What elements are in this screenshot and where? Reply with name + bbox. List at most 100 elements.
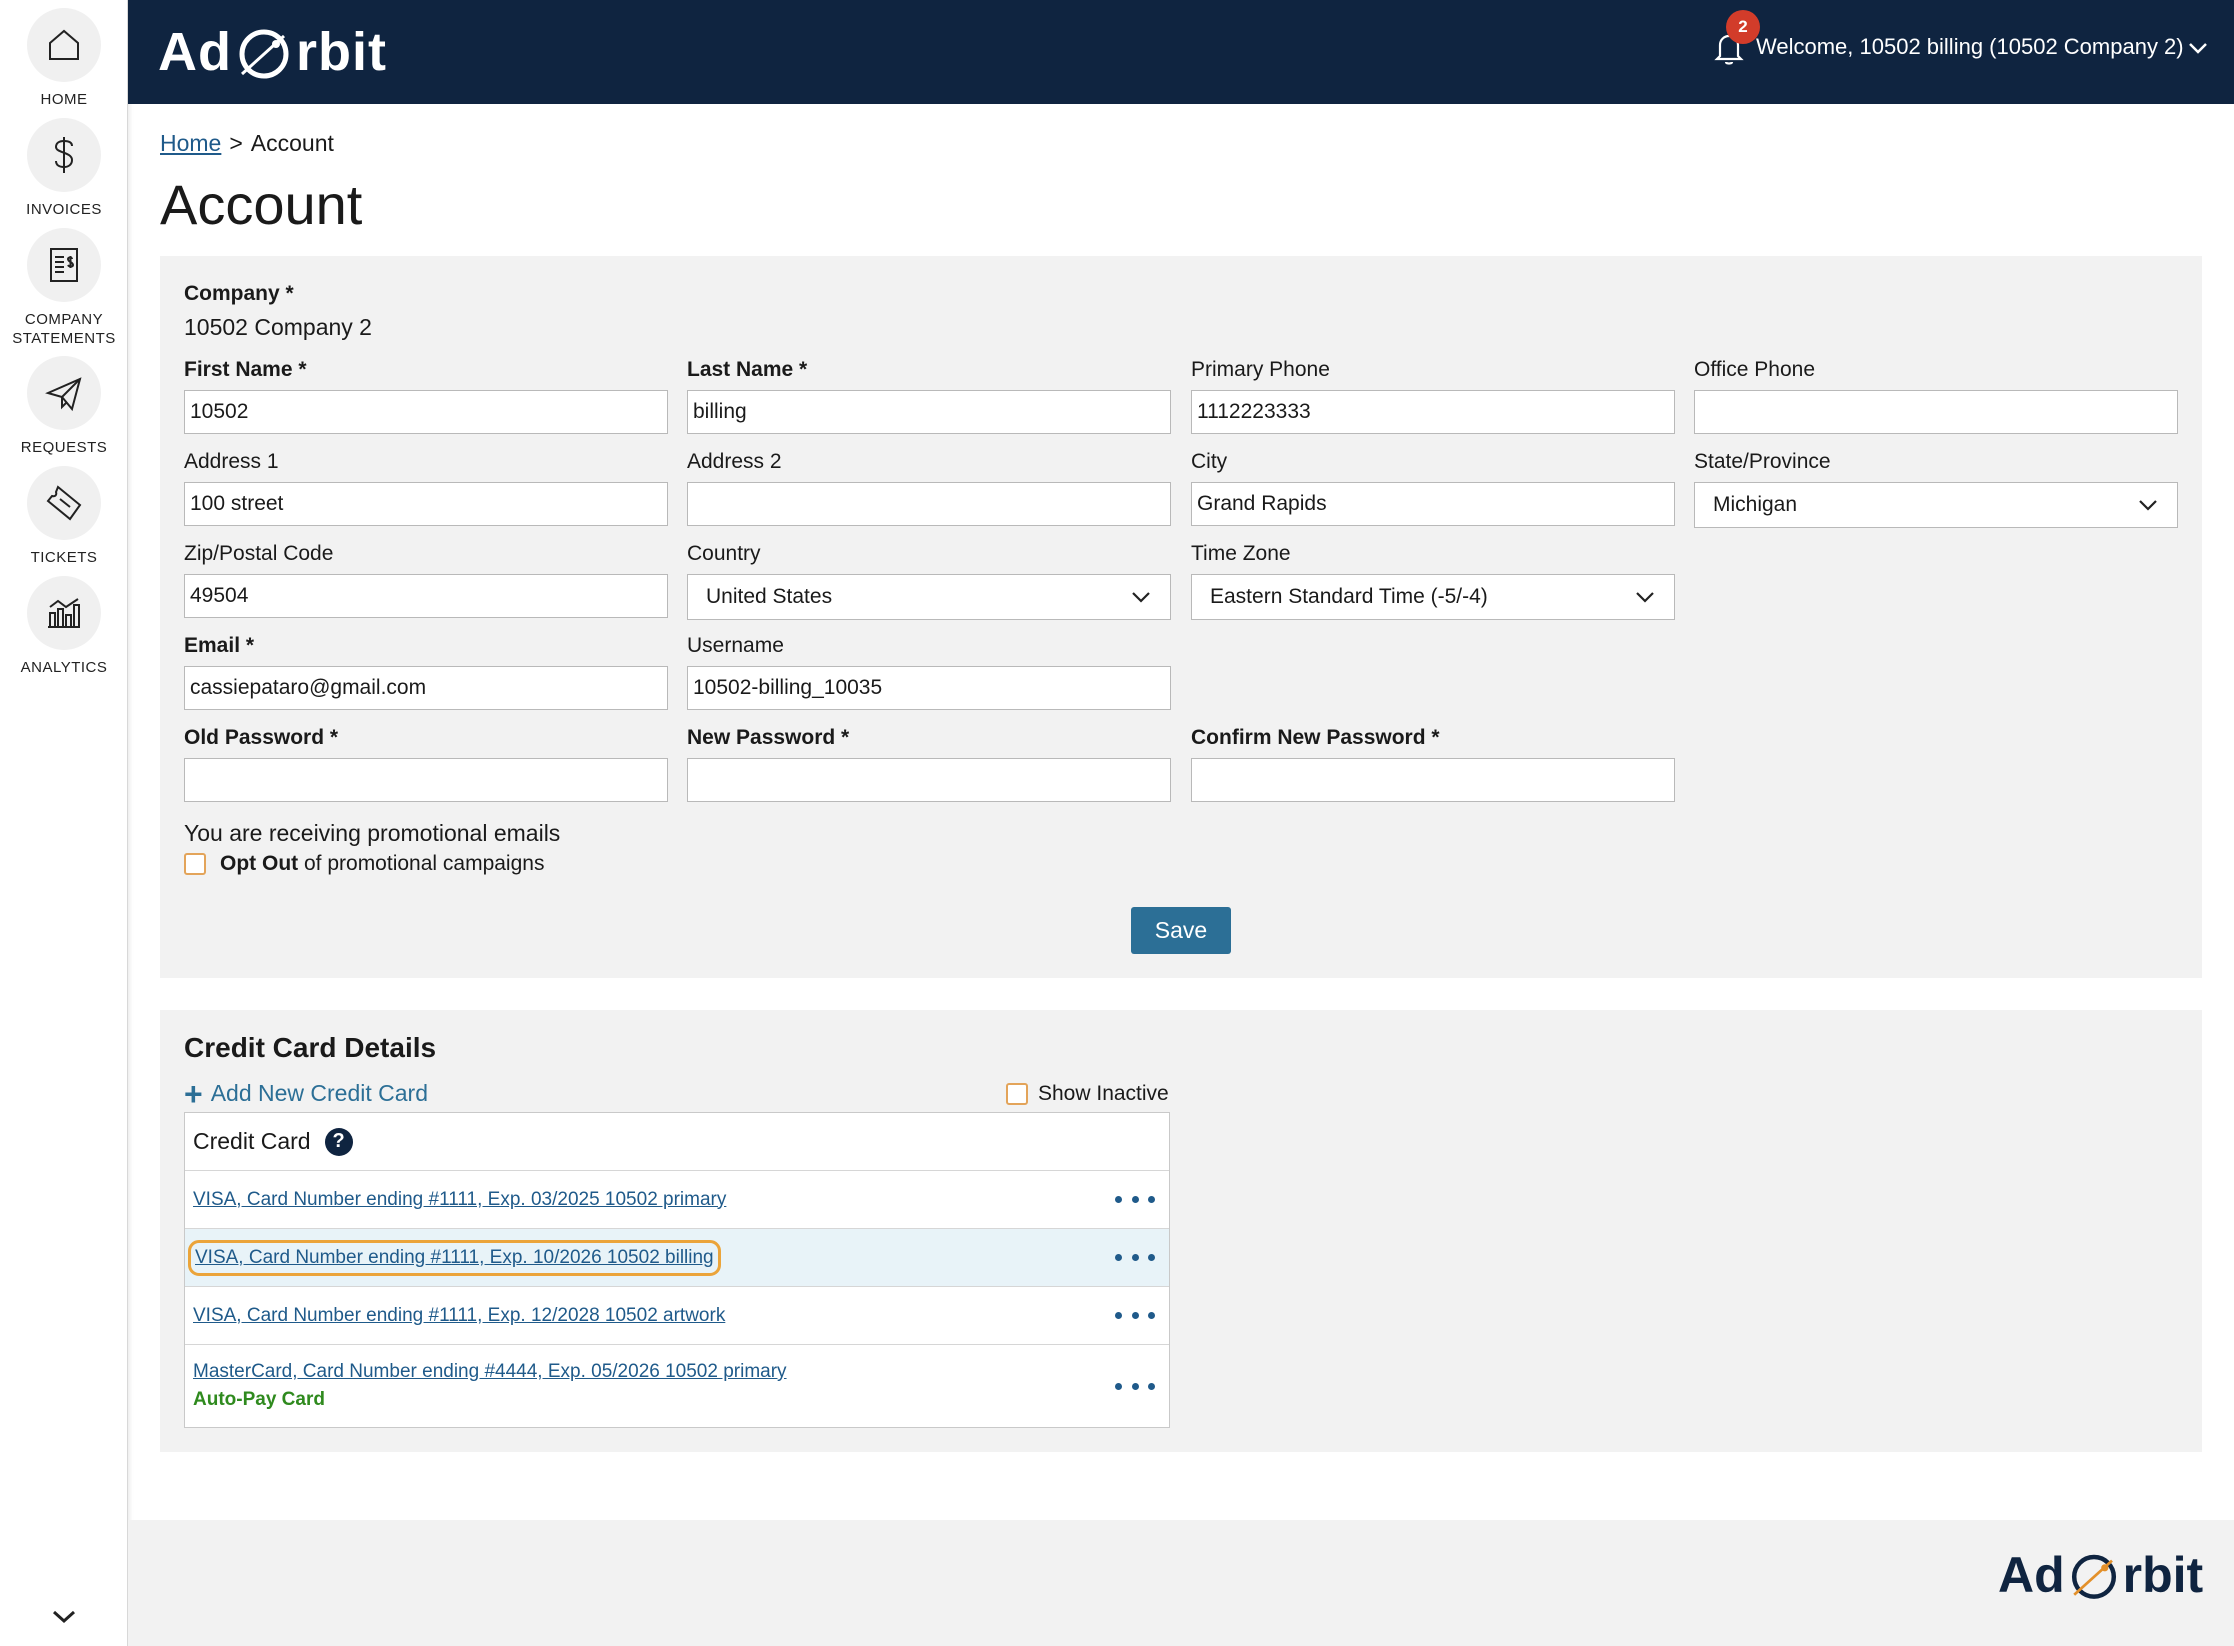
address1-label: Address 1 <box>184 450 279 473</box>
sidebar-item-label: REQUESTS <box>20 439 108 456</box>
chevron-down-icon <box>1636 592 1654 603</box>
breadcrumb-current: Account <box>250 130 334 156</box>
credit-card-link[interactable]: MasterCard, Card Number ending #4444, Ex… <box>193 1361 787 1382</box>
add-credit-card-button[interactable]: + Add New Credit Card <box>184 1075 428 1112</box>
chevron-down-icon <box>1132 592 1150 603</box>
ticket-icon <box>27 466 101 540</box>
promo-status-text: You are receiving promotional emails <box>184 820 561 846</box>
company-field: Company * 10502 Company 2 <box>184 282 372 341</box>
chevron-down-icon <box>2139 500 2157 511</box>
confirm-password-field: Confirm New Password * <box>1191 726 1675 802</box>
opt-out-checkbox[interactable] <box>184 853 206 875</box>
breadcrumb-separator: > <box>229 130 243 156</box>
sidebar: HOME INVOICES COMPANY STATEMENTS REQUEST… <box>0 0 128 1646</box>
credit-card-link[interactable]: VISA, Card Number ending #1111, Exp. 10/… <box>188 1239 721 1276</box>
account-form-panel: Company * 10502 Company 2 First Name * L… <box>160 256 2202 978</box>
credit-card-link[interactable]: VISA, Card Number ending #1111, Exp. 03/… <box>193 1189 726 1211</box>
plus-icon: + <box>184 1075 203 1112</box>
sidebar-item-label: HOME <box>40 91 88 108</box>
opt-out-label-rest: of promotional campaigns <box>298 852 545 875</box>
help-icon[interactable]: ? <box>324 1127 353 1156</box>
more-options-icon[interactable] <box>1115 1306 1155 1326</box>
dollar-icon <box>27 118 101 192</box>
more-options-icon[interactable] <box>1115 1248 1155 1268</box>
confirm-password-input[interactable] <box>1191 758 1675 802</box>
email-field: Email * <box>184 634 668 710</box>
show-inactive-label: Show Inactive <box>1038 1082 1169 1105</box>
footer-logo: Ad rbit <box>1998 1546 2203 1604</box>
app-logo[interactable]: Ad rbit <box>158 18 387 86</box>
add-credit-card-label: Add New Credit Card <box>210 1080 428 1106</box>
primary-phone-field: Primary Phone <box>1191 358 1675 434</box>
orbit-logo-icon <box>239 29 289 79</box>
office-phone-input[interactable] <box>1694 390 2178 434</box>
sidebar-item-requests[interactable]: REQUESTS <box>0 356 128 457</box>
company-value: 10502 Company 2 <box>184 314 372 340</box>
new-password-label: New Password * <box>687 726 850 749</box>
logo-text-left: Ad <box>158 22 232 82</box>
last-name-input[interactable] <box>687 390 1171 434</box>
breadcrumb-home-link[interactable]: Home <box>160 130 221 156</box>
credit-card-link[interactable]: VISA, Card Number ending #1111, Exp. 12/… <box>193 1305 725 1327</box>
logo-text-right: rbit <box>295 22 387 82</box>
address2-field: Address 2 <box>687 450 1171 526</box>
footer-logo-text-left: Ad <box>1998 1547 2065 1603</box>
new-password-input[interactable] <box>687 758 1171 802</box>
more-options-icon[interactable] <box>1115 1190 1155 1210</box>
primary-phone-label: Primary Phone <box>1191 358 1330 381</box>
country-select[interactable]: United States <box>687 574 1171 620</box>
more-options-icon[interactable] <box>1115 1376 1155 1396</box>
orbit-logo-icon <box>2071 1554 2116 1599</box>
opt-out-row: Opt Out of promotional campaigns <box>184 852 544 876</box>
table-row: VISA, Card Number ending #1111, Exp. 03/… <box>185 1171 1169 1229</box>
home-icon <box>27 8 101 82</box>
new-password-field: New Password * <box>687 726 1171 802</box>
primary-phone-input[interactable] <box>1191 390 1675 434</box>
old-password-input[interactable] <box>184 758 668 802</box>
opt-out-label-bold: Opt Out <box>220 852 299 875</box>
address2-input[interactable] <box>687 482 1171 526</box>
credit-card-column-header: Credit Card <box>193 1128 311 1154</box>
show-inactive-checkbox[interactable] <box>1006 1083 1028 1105</box>
email-input[interactable] <box>184 666 668 710</box>
footer-logo-text-right: rbit <box>2122 1547 2204 1603</box>
state-select[interactable]: Michigan <box>1694 482 2178 528</box>
sidebar-item-label: COMPANY STATEMENTS <box>12 311 116 347</box>
user-menu[interactable]: Welcome, 10502 billing (10502 Company 2) <box>1756 34 2184 60</box>
sidebar-item-company-statements[interactable]: COMPANY STATEMENTS <box>0 228 128 348</box>
table-row: VISA, Card Number ending #1111, Exp. 10/… <box>185 1229 1169 1287</box>
email-label: Email * <box>184 634 255 657</box>
last-name-label: Last Name * <box>687 358 808 381</box>
sidebar-item-home[interactable]: HOME <box>0 8 128 109</box>
timezone-select[interactable]: Eastern Standard Time (-5/-4) <box>1191 574 1675 620</box>
sidebar-item-analytics[interactable]: ANALYTICS <box>0 576 128 677</box>
old-password-field: Old Password * <box>184 726 668 802</box>
username-field: Username <box>687 634 1171 710</box>
chevron-down-icon[interactable] <box>48 1604 80 1628</box>
page-title: Account <box>160 173 363 236</box>
table-row: MasterCard, Card Number ending #4444, Ex… <box>185 1345 1169 1427</box>
state-select-value: Michigan <box>1713 493 1798 516</box>
old-password-label: Old Password * <box>184 726 339 749</box>
city-input[interactable] <box>1191 482 1675 526</box>
timezone-select-value: Eastern Standard Time (-5/-4) <box>1210 585 1488 608</box>
state-field: State/Province Michigan <box>1694 450 2178 528</box>
statement-icon <box>27 228 101 302</box>
first-name-label: First Name * <box>184 358 307 381</box>
address1-input[interactable] <box>184 482 668 526</box>
first-name-input[interactable] <box>184 390 668 434</box>
sidebar-item-invoices[interactable]: INVOICES <box>0 118 128 219</box>
username-label: Username <box>687 634 784 657</box>
timezone-field: Time Zone Eastern Standard Time (-5/-4) <box>1191 542 1675 620</box>
city-field: City <box>1191 450 1675 526</box>
office-phone-field: Office Phone <box>1694 358 2178 434</box>
sidebar-item-tickets[interactable]: TICKETS <box>0 466 128 567</box>
chevron-down-icon[interactable] <box>2186 38 2210 58</box>
zip-field: Zip/Postal Code <box>184 542 668 618</box>
bar-chart-icon <box>27 576 101 650</box>
save-button[interactable]: Save <box>1131 907 1231 954</box>
city-label: City <box>1191 450 1228 473</box>
username-input[interactable] <box>687 666 1171 710</box>
credit-card-entry: MasterCard, Card Number ending #4444, Ex… <box>193 1361 787 1411</box>
zip-input[interactable] <box>184 574 668 618</box>
